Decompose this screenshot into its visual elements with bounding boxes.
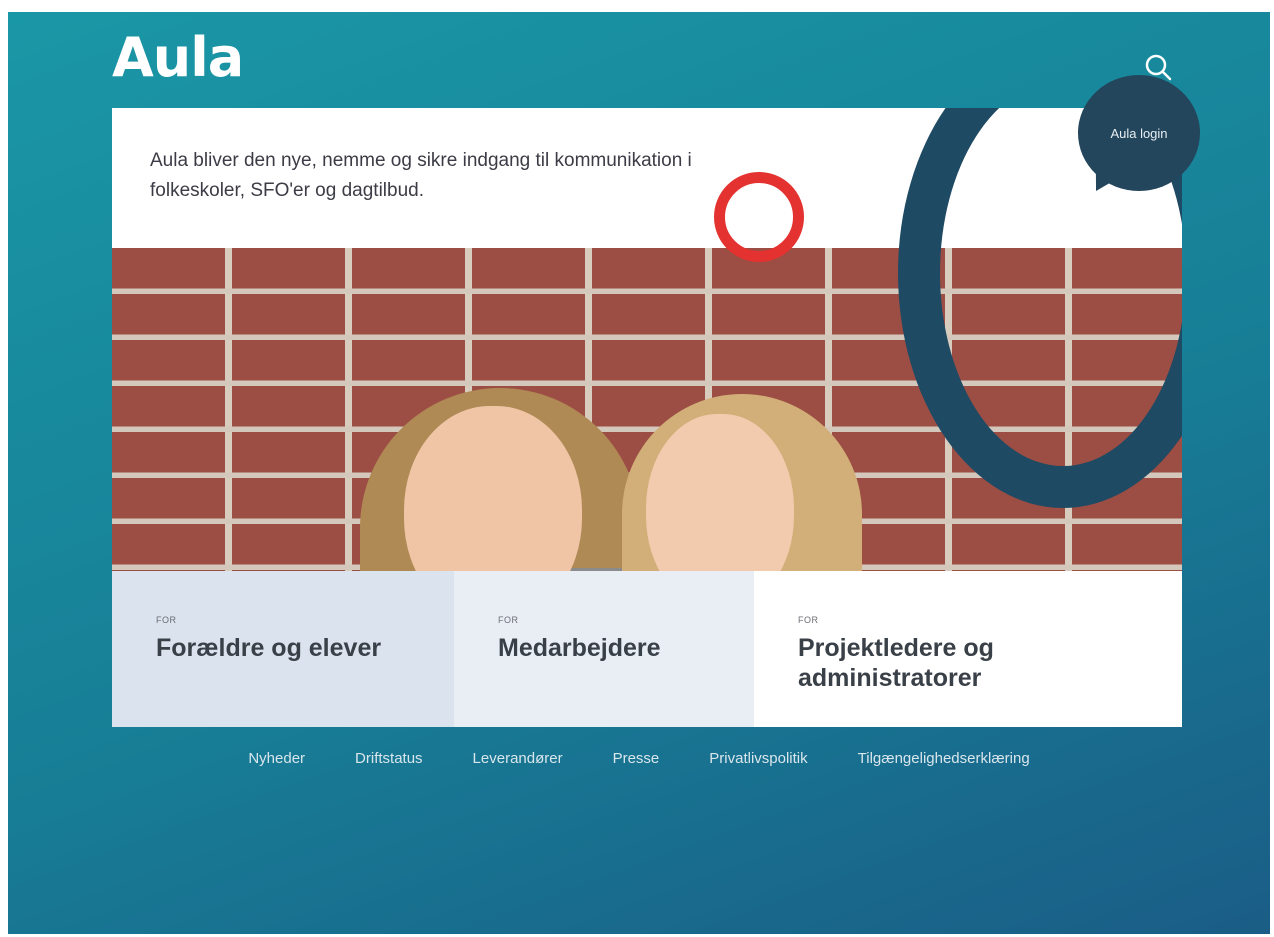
audience-card-parents-students[interactable]: FOR Forældre og elever xyxy=(112,571,454,727)
footer-link-privacy[interactable]: Privatlivspolitik xyxy=(709,750,807,767)
audience-prefix: FOR xyxy=(498,615,519,625)
audience-card-project-admins[interactable]: FOR Projektledere og administratorer xyxy=(754,571,1182,727)
footer-link-status[interactable]: Driftstatus xyxy=(355,750,423,767)
audience-card-staff[interactable]: FOR Medarbejdere xyxy=(454,571,754,727)
footer-link-suppliers[interactable]: Leverandører xyxy=(473,750,563,767)
aula-logo[interactable]: Aula xyxy=(112,26,244,89)
audience-prefix: FOR xyxy=(156,615,177,625)
audience-selector: FOR Forældre og elever FOR Medarbejdere … xyxy=(112,571,1182,727)
aula-login-button[interactable]: Aula login xyxy=(1078,75,1200,191)
footer-link-news[interactable]: Nyheder xyxy=(248,750,305,767)
audience-title: Medarbejdere xyxy=(498,634,661,662)
hero-tagline: Aula bliver den nye, nemme og sikre indg… xyxy=(150,150,692,201)
decorative-red-ring xyxy=(714,172,804,262)
hero-card: Aula bliver den nye, nemme og sikre indg… xyxy=(112,108,1182,571)
footer-link-accessibility[interactable]: Tilgængelighedserklæring xyxy=(858,750,1030,767)
footer-nav: Nyheder Driftstatus Leverandører Presse … xyxy=(8,750,1270,767)
aula-login-label: Aula login xyxy=(1110,125,1168,141)
audience-title: Projektledere og administratorer xyxy=(798,634,994,692)
audience-prefix: FOR xyxy=(798,615,819,625)
audience-title: Forældre og elever xyxy=(156,634,382,662)
page: Aula Aula bliver den nye, nemme og sikre… xyxy=(8,12,1270,934)
footer-link-press[interactable]: Presse xyxy=(613,750,660,767)
